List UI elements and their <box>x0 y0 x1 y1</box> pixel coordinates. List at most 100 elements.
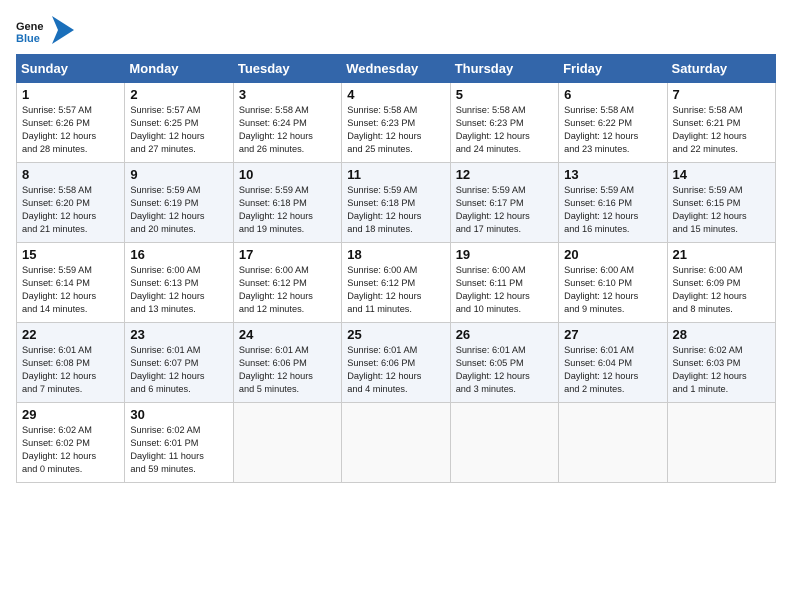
cell-text: Sunset: 6:23 PM <box>347 117 444 130</box>
cell-text: and 25 minutes. <box>347 143 444 156</box>
day-cell: 19Sunrise: 6:00 AMSunset: 6:11 PMDayligh… <box>450 243 558 323</box>
col-header-wednesday: Wednesday <box>342 55 450 83</box>
day-cell <box>342 403 450 483</box>
col-header-thursday: Thursday <box>450 55 558 83</box>
cell-text: and 6 minutes. <box>130 383 227 396</box>
cell-text: and 2 minutes. <box>564 383 661 396</box>
day-cell: 22 Sunrise: 6:01 AMSunset: 6:08 PMDayligh… <box>17 323 125 403</box>
cell-text: Sunset: 6:22 PM <box>564 117 661 130</box>
day-cell: 2Sunrise: 5:57 AMSunset: 6:25 PMDaylight… <box>125 83 233 163</box>
cell-text: Sunrise: 5:58 AM <box>347 104 444 117</box>
day-number: 3 <box>239 87 336 102</box>
cell-text: Sunset: 6:12 PM <box>347 277 444 290</box>
day-number: 1 <box>22 87 119 102</box>
cell-text: and 7 minutes. <box>22 383 119 396</box>
cell-text: and 4 minutes. <box>347 383 444 396</box>
cell-text: Sunset: 6:13 PM <box>130 277 227 290</box>
cell-text: Daylight: 12 hours <box>673 130 770 143</box>
cell-text: Sunset: 6:11 PM <box>456 277 553 290</box>
day-number: 28 <box>673 327 770 342</box>
day-number: 2 <box>130 87 227 102</box>
cell-text: Daylight: 12 hours <box>673 210 770 223</box>
day-number: 6 <box>564 87 661 102</box>
day-cell <box>450 403 558 483</box>
cell-text: Sunrise: 5:59 AM <box>564 184 661 197</box>
cell-text: Sunrise: 5:59 AM <box>22 264 119 277</box>
cell-text: Sunrise: 6:01 AM <box>22 344 119 357</box>
cell-text: and 13 minutes. <box>130 303 227 316</box>
cell-text: Sunrise: 6:02 AM <box>22 424 119 437</box>
day-cell: 30Sunrise: 6:02 AMSunset: 6:01 PMDayligh… <box>125 403 233 483</box>
cell-text: Sunset: 6:06 PM <box>347 357 444 370</box>
cell-text: Sunrise: 6:01 AM <box>564 344 661 357</box>
cell-text: Sunset: 6:16 PM <box>564 197 661 210</box>
day-cell: 16Sunrise: 6:00 AMSunset: 6:13 PMDayligh… <box>125 243 233 323</box>
day-number: 22 <box>22 327 119 342</box>
cell-text: Sunset: 6:21 PM <box>673 117 770 130</box>
day-cell: 26Sunrise: 6:01 AMSunset: 6:05 PMDayligh… <box>450 323 558 403</box>
cell-text: Sunrise: 5:59 AM <box>130 184 227 197</box>
cell-text: Daylight: 12 hours <box>130 210 227 223</box>
cell-text: Daylight: 12 hours <box>22 370 119 383</box>
week-row-5: 29Sunrise: 6:02 AMSunset: 6:02 PMDayligh… <box>17 403 776 483</box>
day-number: 5 <box>456 87 553 102</box>
cell-text: Sunset: 6:07 PM <box>130 357 227 370</box>
week-row-4: 22Sunrise: 6:01 AMSunset: 6:08 PMDayligh… <box>17 323 776 403</box>
cell-text: Daylight: 12 hours <box>347 210 444 223</box>
cell-text: and 11 minutes. <box>347 303 444 316</box>
cell-text: Sunset: 6:18 PM <box>347 197 444 210</box>
cell-text: Sunrise: 5:59 AM <box>673 184 770 197</box>
week-row-3: 15Sunrise: 5:59 AMSunset: 6:14 PMDayligh… <box>17 243 776 323</box>
cell-text: and 8 minutes. <box>673 303 770 316</box>
svg-text:General: General <box>16 21 44 33</box>
cell-text: Sunset: 6:08 PM <box>22 357 119 370</box>
cell-text: Sunrise: 6:00 AM <box>456 264 553 277</box>
cell-text: and 16 minutes. <box>564 223 661 236</box>
cell-text: Sunset: 6:12 PM <box>239 277 336 290</box>
cell-text: Sunrise: 5:57 AM <box>130 104 227 117</box>
cell-text: and 17 minutes. <box>456 223 553 236</box>
cell-text: and 10 minutes. <box>456 303 553 316</box>
cell-text: Sunrise: 5:57 AM <box>22 104 119 117</box>
day-cell: 21Sunrise: 6:00 AMSunset: 6:09 PMDayligh… <box>667 243 775 323</box>
cell-text: Sunset: 6:09 PM <box>673 277 770 290</box>
cell-text: Daylight: 12 hours <box>130 290 227 303</box>
cell-text: Sunrise: 5:58 AM <box>239 104 336 117</box>
cell-text: Daylight: 12 hours <box>564 290 661 303</box>
day-number: 19 <box>456 247 553 262</box>
cell-text: Sunrise: 5:58 AM <box>456 104 553 117</box>
cell-text: Sunset: 6:10 PM <box>564 277 661 290</box>
day-number: 13 <box>564 167 661 182</box>
logo-arrow-icon <box>52 16 74 44</box>
day-number: 29 <box>22 407 119 422</box>
cell-text: Sunrise: 6:00 AM <box>347 264 444 277</box>
day-cell: 6Sunrise: 5:58 AMSunset: 6:22 PMDaylight… <box>559 83 667 163</box>
day-cell: 7Sunrise: 5:58 AMSunset: 6:21 PMDaylight… <box>667 83 775 163</box>
cell-text: Daylight: 12 hours <box>239 210 336 223</box>
col-header-saturday: Saturday <box>667 55 775 83</box>
cell-text: and 26 minutes. <box>239 143 336 156</box>
cell-text: and 15 minutes. <box>673 223 770 236</box>
calendar-table: SundayMondayTuesdayWednesdayThursdayFrid… <box>16 54 776 483</box>
day-number: 24 <box>239 327 336 342</box>
day-cell: 8Sunrise: 5:58 AMSunset: 6:20 PMDaylight… <box>17 163 125 243</box>
cell-text: Sunset: 6:02 PM <box>22 437 119 450</box>
cell-text: and 1 minute. <box>673 383 770 396</box>
day-cell: 10Sunrise: 5:59 AMSunset: 6:18 PMDayligh… <box>233 163 341 243</box>
cell-text: Daylight: 12 hours <box>130 370 227 383</box>
day-cell: 13Sunrise: 5:59 AMSunset: 6:16 PMDayligh… <box>559 163 667 243</box>
cell-text: Daylight: 12 hours <box>239 130 336 143</box>
day-cell: 11Sunrise: 5:59 AMSunset: 6:18 PMDayligh… <box>342 163 450 243</box>
logo-icon: General Blue <box>16 16 44 44</box>
header-row: SundayMondayTuesdayWednesdayThursdayFrid… <box>17 55 776 83</box>
day-cell: 9Sunrise: 5:59 AMSunset: 6:19 PMDaylight… <box>125 163 233 243</box>
cell-text: Sunrise: 5:58 AM <box>22 184 119 197</box>
day-cell: 17Sunrise: 6:00 AMSunset: 6:12 PMDayligh… <box>233 243 341 323</box>
day-number: 8 <box>22 167 119 182</box>
cell-text: Daylight: 12 hours <box>22 130 119 143</box>
week-row-2: 8Sunrise: 5:58 AMSunset: 6:20 PMDaylight… <box>17 163 776 243</box>
day-number: 11 <box>347 167 444 182</box>
cell-text: and 20 minutes. <box>130 223 227 236</box>
cell-text: and 23 minutes. <box>564 143 661 156</box>
day-cell <box>667 403 775 483</box>
